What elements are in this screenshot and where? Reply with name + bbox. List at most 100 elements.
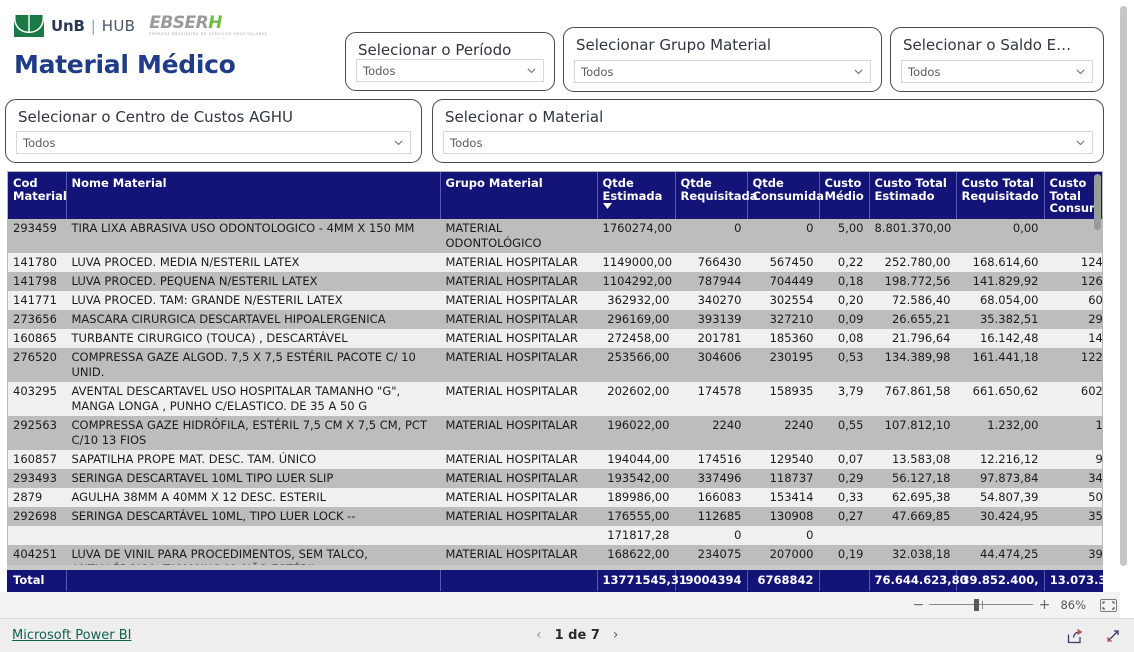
page-scrollbar-thumb[interactable]	[1120, 6, 1127, 566]
table-row[interactable]: 276520 COMPRESSA GAZE ALGOD. 7,5 X 7,5 ES…	[8, 347, 1102, 382]
table-row[interactable]: 292563 COMPRESSA GAZE HIDRÓFILA, ESTÉRIL …	[8, 415, 1102, 450]
cell-grupo-material: MATERIAL HOSPITALAR	[440, 468, 597, 488]
col-header-qtde-consumida[interactable]: Qtde Consumida	[747, 172, 824, 219]
cell-custo-total-estimado: 107.812,10	[869, 415, 956, 450]
cell-custo-total-requisitado: 141.829,92	[956, 271, 1044, 291]
slicer-saldo-label: Selecionar o Saldo E…	[903, 36, 1072, 54]
cell-cod-material: 403295	[8, 381, 66, 416]
hub-wordmark: HUB	[101, 17, 136, 35]
cell-grupo-material: MATERIAL HOSPITALAR	[440, 290, 597, 310]
slicer-periodo-value: Todos	[363, 63, 396, 78]
cell-qtde-estimada: 1104292,00	[597, 271, 675, 291]
table-row[interactable]: 2879 AGULHA 38MM A 40MM X 12 DESC. ESTERI…	[8, 487, 1102, 507]
col-header-qtde-estimada[interactable]: Qtde Estimada	[597, 172, 676, 219]
slicer-saldo-dropdown[interactable]: Todos	[901, 60, 1093, 83]
slicer-periodo[interactable]: Selecionar o Período Todos	[345, 32, 555, 91]
table-row[interactable]: 160865 TURBANTE CIRURGICO (TOUCA) , DESCA…	[8, 328, 1102, 348]
table-row[interactable]: 141771 LUVA PROCED. TAM: GRANDE N/ESTERIL…	[8, 290, 1102, 310]
table-row[interactable]: 141798 LUVA PROCED. PEQUENA N/ESTERIL LAT…	[8, 271, 1102, 291]
cell-custo-total-requisitado: 0,00	[956, 218, 1044, 253]
page-vertical-scrollbar[interactable]	[1120, 0, 1127, 618]
table-row[interactable]: 293493 SERINGA DESCARTAVEL 10ML TIPO LUER…	[8, 468, 1102, 488]
slicer-grupo-material-dropdown[interactable]: Todos	[574, 60, 871, 83]
cell-custo-total-estimado: 72.586,40	[869, 290, 956, 310]
cell-custo-total-estimado: 767.861,58	[869, 381, 956, 416]
slicer-grupo-material-label: Selecionar Grupo Material	[576, 36, 772, 54]
cell-custo-total-requisitado: 12.216,12	[956, 449, 1044, 469]
cell-qtde-estimada: 176555,00	[597, 506, 675, 526]
chevron-right-icon[interactable]: ›	[613, 627, 619, 643]
cell-cod-material: 160865	[8, 328, 66, 348]
cell-custo-medio: 3,79	[819, 381, 869, 416]
zoom-slider-thumb[interactable]	[974, 599, 980, 611]
col-header-custo-total-requisitado[interactable]: Custo Total Requisitado	[956, 172, 1045, 219]
zoom-out-button[interactable]: −	[911, 597, 925, 613]
chevron-down-icon[interactable]	[393, 137, 404, 148]
slicer-material[interactable]: Selecionar o Material Todos	[432, 99, 1104, 163]
slicer-material-dropdown[interactable]: Todos	[443, 131, 1093, 154]
cell-qtde-consumida: 567450	[747, 252, 819, 272]
col-header-custo-total-estimado[interactable]: Custo Total Estimado	[869, 172, 957, 219]
fullscreen-icon[interactable]	[1104, 627, 1122, 645]
total-nome	[66, 570, 441, 591]
cell-nome-material: TURBANTE CIRURGICO (TOUCA) , DESCARTÁVEL	[66, 328, 440, 348]
chevron-down-icon[interactable]	[1075, 66, 1086, 77]
brand-logo-row: UnB | HUB EBSERH EMPRESA BRASILEIRA DE S…	[14, 13, 268, 39]
cell-qtde-consumida: 230195	[747, 347, 819, 382]
col-header-grupo-material[interactable]: Grupo Material	[440, 172, 598, 219]
table-row[interactable]: 171817,28 0 0	[8, 525, 1102, 545]
share-icon[interactable]	[1066, 627, 1084, 645]
slicer-grupo-material[interactable]: Selecionar Grupo Material Todos	[563, 27, 882, 92]
table-row[interactable]: 160857 SAPATILHA PROPE MAT. DESC. TAM. ÚN…	[8, 449, 1102, 469]
cell-custo-total-requisitado: 97.873,84	[956, 468, 1044, 488]
table-row[interactable]: 293459 TIRA LIXA ABRASIVA USO ODONTOLOGIC…	[8, 218, 1102, 253]
slicer-centro-custos[interactable]: Selecionar o Centro de Custos AGHU Todos	[5, 99, 422, 163]
cell-custo-medio: 0,20	[819, 290, 869, 310]
chevron-down-icon[interactable]	[1075, 137, 1086, 148]
zoom-in-button[interactable]: +	[1037, 597, 1051, 613]
chevron-down-icon[interactable]	[853, 66, 864, 77]
table-row[interactable]: 273656 MASCARA CIRURGICA DESCARTAVEL HIPO…	[8, 309, 1102, 329]
cell-custo-medio: 5,00	[819, 218, 869, 253]
cell-cod-material: 293493	[8, 468, 66, 488]
cell-custo-medio: 0,55	[819, 415, 869, 450]
slicer-periodo-dropdown[interactable]: Todos	[356, 59, 544, 82]
cell-custo-medio: 0,53	[819, 347, 869, 382]
col-header-custo-medio[interactable]: Custo Médio	[819, 172, 870, 219]
page-indicator-label: 1 de 7	[554, 627, 600, 643]
cell-custo-total-requisitado: 54.807,39	[956, 487, 1044, 507]
cell-qtde-requisitada: 174578	[675, 381, 747, 416]
total-row-grid: Total 13771545,31 9004394 6768842 76.644…	[8, 570, 1103, 591]
zoom-slider[interactable]	[929, 599, 1034, 611]
table-row[interactable]: 141780 LUVA PROCED. MEDIA N/ESTERIL LATEX…	[8, 252, 1102, 272]
cell-qtde-consumida: 153414	[747, 487, 819, 507]
table-row[interactable]: 403295 AVENTAL DESCARTAVEL USO HOSPITALAR…	[8, 381, 1102, 416]
microsoft-power-bi-link[interactable]: Microsoft Power BI	[12, 628, 131, 643]
table-vertical-scrollbar[interactable]	[1093, 172, 1102, 591]
chevron-left-icon[interactable]: ‹	[536, 627, 542, 643]
cell-nome-material: MASCARA CIRURGICA DESCARTAVEL HIPOALERGE…	[66, 309, 440, 329]
col-header-nome-material[interactable]: Nome Material	[66, 172, 441, 219]
fit-to-page-icon[interactable]	[1100, 598, 1117, 612]
cell-nome-material: SERINGA DESCARTAVEL 10ML TIPO LUER SLIP	[66, 468, 440, 488]
cell-qtde-requisitada: 0	[675, 525, 747, 545]
table-row[interactable]: 292698 SERINGA DESCARTÁVEL 10ML, TIPO LUE…	[8, 506, 1102, 526]
cell-nome-material: LUVA PROCED. MEDIA N/ESTERIL LATEX	[66, 252, 440, 272]
chevron-down-icon[interactable]	[526, 65, 537, 76]
cell-qtde-consumida: 129540	[747, 449, 819, 469]
ebserh-subtitle: EMPRESA BRASILEIRA DE SERVIÇOS HOSPITALA…	[149, 32, 268, 37]
cell-qtde-consumida: 704449	[747, 271, 819, 291]
cell-cod-material: 292698	[8, 506, 66, 526]
cell-custo-total-estimado: 56.127,18	[869, 468, 956, 488]
cell-nome-material: AGULHA 38MM A 40MM X 12 DESC. ESTERIL	[66, 487, 440, 507]
cell-qtde-consumida: 2240	[747, 415, 819, 450]
table-scrollbar-thumb[interactable]	[1094, 174, 1101, 230]
slicer-saldo[interactable]: Selecionar o Saldo E… Todos	[890, 27, 1104, 92]
col-header-cod-material[interactable]: Cod Material	[8, 172, 67, 219]
total-qtde-consumida: 6768842	[747, 570, 820, 591]
materials-table[interactable]: Cod Material Nome Material Grupo Materia…	[7, 171, 1103, 592]
cell-custo-total-requisitado: 30.424,95	[956, 506, 1044, 526]
col-header-qtde-requisitada[interactable]: Qtde Requisitada	[675, 172, 758, 219]
cell-custo-total-estimado: 47.669,85	[869, 506, 956, 526]
slicer-centro-custos-dropdown[interactable]: Todos	[16, 131, 411, 154]
